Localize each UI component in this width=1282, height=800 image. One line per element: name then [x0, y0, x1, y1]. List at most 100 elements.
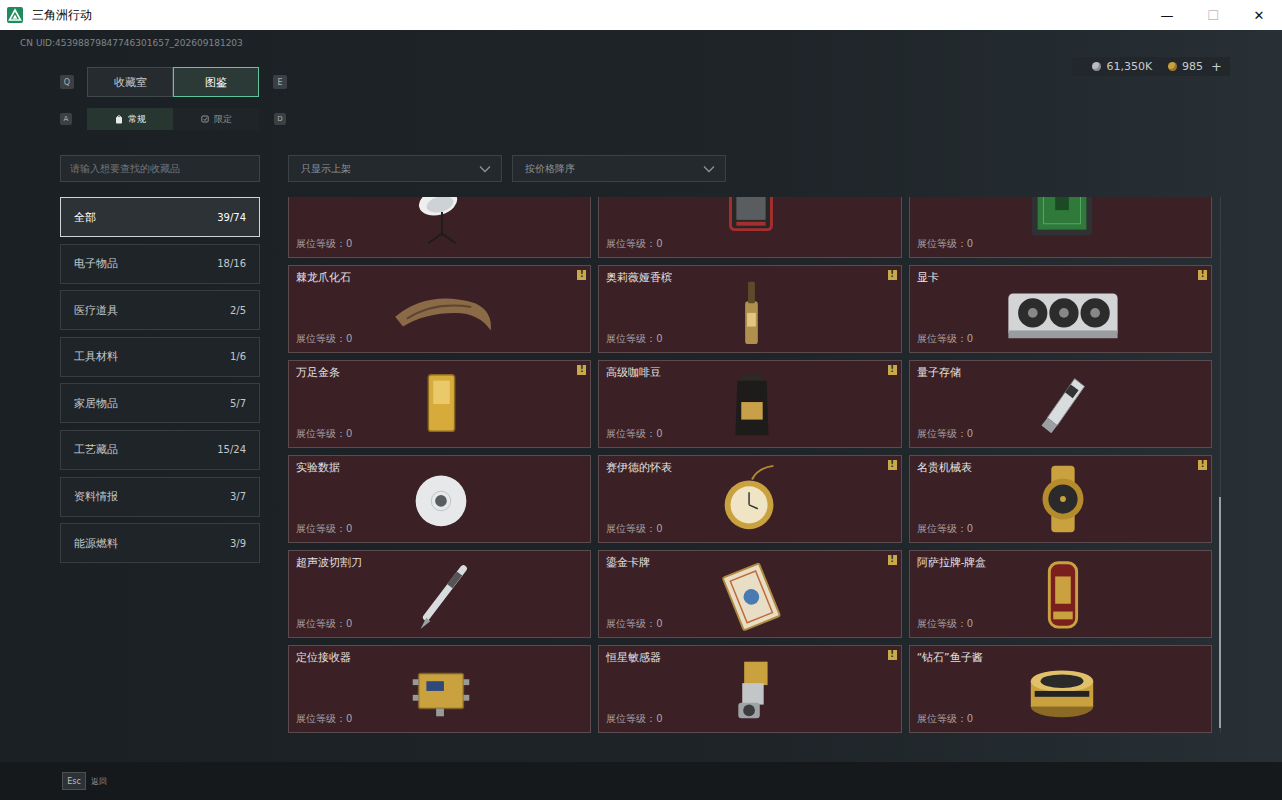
game-window: 三角洲行动—☐✕CN UID:45398879847746301657_2026…: [0, 0, 1282, 800]
display-level: 展位等级：0: [917, 617, 997, 631]
item-name: 棘龙爪化石: [296, 271, 376, 285]
card-corner: !: [1127, 460, 1207, 538]
collectible-card[interactable]: 展位等级：0: [288, 197, 591, 258]
collectible-card[interactable]: 展位等级：0: [909, 197, 1212, 258]
esc-key[interactable]: Esc: [62, 772, 86, 790]
collectible-card[interactable]: “钻石”鱼子酱展位等级：0: [909, 645, 1212, 733]
card-corner: !: [506, 270, 586, 348]
display-level: 展位等级：0: [917, 522, 997, 536]
category-item[interactable]: 资料情报3/7: [60, 477, 260, 517]
display-level: 展位等级：0: [917, 237, 997, 251]
collectible-card[interactable]: 万足金条展位等级：0!: [288, 360, 591, 448]
category-item[interactable]: 全部39/74: [60, 197, 260, 237]
redcase-icon: [686, 197, 816, 253]
content: 全部39/74 电子物品18/16 医疗道具2/5 工具材料 1/6 家居物品5/7 工艺藏…: [0, 155, 1282, 762]
category-label: 医疗道具: [74, 303, 118, 318]
card-corner: !: [1127, 270, 1207, 348]
game-area: CN UID:45398879847746301657_202609181203…: [0, 30, 1282, 800]
card-text: “钻石”鱼子酱展位等级：0: [917, 650, 997, 728]
back-label[interactable]: 返回: [91, 776, 107, 787]
key-hint: A: [60, 113, 72, 125]
grid-viewport: 展位等级：0展位等级：0展位等级：0棘龙爪化石展位等级：0!奥莉薇娅香槟展位等级…: [288, 197, 1212, 733]
item-name: 超声波切割刀: [296, 556, 376, 570]
receiver-icon: [376, 650, 506, 728]
collectible-card[interactable]: 高级咖啡豆展位等级：0!: [598, 360, 901, 448]
usb-icon: [997, 365, 1127, 443]
coin-icon: [1092, 62, 1101, 71]
display-level: 展位等级：0: [606, 522, 686, 536]
scroll-thumb[interactable]: [1219, 497, 1221, 727]
collectible-card[interactable]: 赛伊德的怀表展位等级：0!: [598, 455, 901, 543]
card-text: 阿萨拉牌-牌盒展位等级：0: [917, 555, 997, 633]
scroll-track: [1220, 197, 1221, 733]
category-item[interactable]: 工具材料 1/6: [60, 337, 260, 377]
category-count: 1/6: [230, 351, 246, 362]
card-corner: [816, 197, 896, 253]
display-level: 展位等级：0: [606, 712, 686, 726]
card-corner: !: [816, 555, 896, 633]
collectible-card[interactable]: 鎏金卡牌展位等级：0!: [598, 550, 901, 638]
category-label: 全部: [74, 210, 96, 225]
sensor-icon: [686, 650, 816, 728]
currency-bar: 61,350K985+: [1072, 57, 1230, 76]
collectible-card[interactable]: 超声波切割刀展位等级：0: [288, 550, 591, 638]
card-text: 展位等级：0: [606, 197, 686, 253]
category-count: 3/7: [230, 491, 246, 502]
item-name: 显卡: [917, 271, 997, 285]
main-tab[interactable]: 图鉴: [173, 67, 259, 97]
collectible-card[interactable]: 棘龙爪化石展位等级：0!: [288, 265, 591, 353]
fossil-icon: [376, 270, 506, 348]
sub-tab-label: 限定: [214, 113, 232, 126]
collectible-card[interactable]: 定位接收器展位等级：0: [288, 645, 591, 733]
badge-icon: [201, 114, 209, 124]
filter-dropdown[interactable]: 按价格降序: [512, 155, 726, 182]
card-text: 名贵机械表展位等级：0: [917, 460, 997, 538]
filter-dropdown[interactable]: 只显示上架: [288, 155, 502, 182]
alert-badge: !: [888, 460, 897, 470]
close-button[interactable]: ✕: [1236, 0, 1282, 30]
search-field[interactable]: [60, 155, 260, 182]
alert-badge: !: [888, 270, 897, 280]
control-glyph: —: [1161, 8, 1174, 23]
item-name: 赛伊德的怀表: [606, 461, 686, 475]
currency: 61,350K: [1092, 60, 1152, 73]
category-item[interactable]: 家居物品5/7: [60, 383, 260, 423]
collectible-card[interactable]: 展位等级：0: [598, 197, 901, 258]
control-glyph: ☐: [1207, 8, 1219, 23]
category-item[interactable]: 医疗道具2/5: [60, 290, 260, 330]
item-name: 定位接收器: [296, 651, 376, 665]
card-text: 棘龙爪化石展位等级：0: [296, 270, 376, 348]
currency-amount: 61,350K: [1106, 60, 1152, 73]
card-corner: [506, 197, 586, 253]
collectible-card[interactable]: 阿萨拉牌-牌盒展位等级：0: [909, 550, 1212, 638]
collectible-card[interactable]: 实验数据展位等级：0: [288, 455, 591, 543]
scrollbar: [1218, 197, 1222, 733]
dropdown-label: 按价格降序: [525, 162, 575, 176]
item-name: 鎏金卡牌: [606, 556, 686, 570]
collectible-card[interactable]: 恒星敏感器展位等级：0!: [598, 645, 901, 733]
category-item[interactable]: 工艺藏品 15/24: [60, 430, 260, 470]
display-level: 展位等级：0: [296, 522, 376, 536]
category-count: 15/24: [217, 444, 246, 455]
main-tabs: 收藏室图鉴: [87, 67, 259, 97]
window-controls: — ☐ ✕: [1144, 0, 1282, 30]
category-label: 工具材料: [74, 349, 118, 364]
collectible-card[interactable]: 显卡展位等级：0!: [909, 265, 1212, 353]
category-item[interactable]: 能源燃料3/9: [60, 523, 260, 563]
sub-tab[interactable]: 限定: [173, 108, 259, 130]
maximize-button[interactable]: ☐: [1190, 0, 1236, 30]
card-corner: !: [506, 365, 586, 443]
alert-badge: !: [1198, 270, 1207, 280]
collectible-card[interactable]: 奥莉薇娅香槟展位等级：0!: [598, 265, 901, 353]
minimize-button[interactable]: —: [1144, 0, 1190, 30]
alert-badge: !: [888, 555, 897, 565]
collectible-card[interactable]: 量子存储展位等级：0: [909, 360, 1212, 448]
category-label: 工艺藏品: [74, 442, 118, 457]
sub-tab[interactable]: 常规: [87, 108, 173, 130]
add-currency-button[interactable]: +: [1211, 59, 1222, 74]
gpu-icon: [997, 270, 1127, 348]
category-item[interactable]: 电子物品18/16: [60, 244, 260, 284]
item-name: 阿萨拉牌-牌盒: [917, 556, 997, 570]
main-tab[interactable]: 收藏室: [87, 67, 173, 97]
collectible-card[interactable]: 名贵机械表展位等级：0!: [909, 455, 1212, 543]
